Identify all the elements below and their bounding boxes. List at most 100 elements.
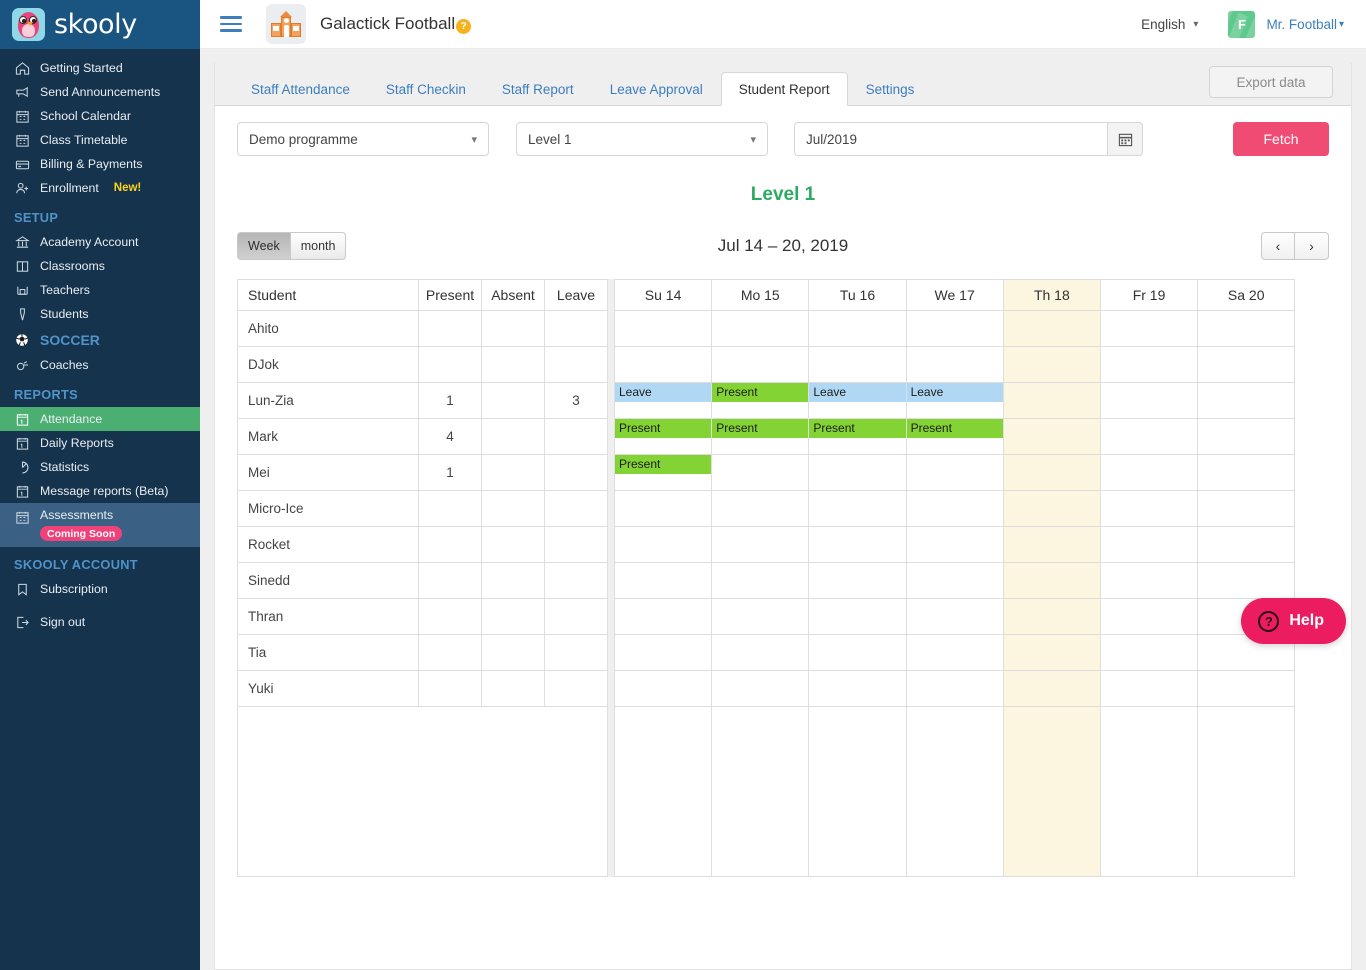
day-cell[interactable] <box>1099 382 1199 419</box>
tab-staff-attendance[interactable]: Staff Attendance <box>233 72 368 106</box>
day-cell[interactable] <box>711 310 810 347</box>
day-cell[interactable] <box>1197 310 1296 347</box>
day-cell[interactable] <box>1197 562 1296 599</box>
day-cell[interactable] <box>905 634 1004 671</box>
day-cell[interactable] <box>1002 454 1101 491</box>
day-cell[interactable]: Present <box>613 454 713 491</box>
empty-day-cell[interactable] <box>1197 706 1296 877</box>
empty-day-cell[interactable] <box>1002 706 1101 877</box>
day-cell[interactable] <box>1099 490 1199 527</box>
day-cell[interactable] <box>905 562 1004 599</box>
empty-day-cell[interactable] <box>613 706 713 877</box>
day-cell[interactable] <box>808 562 907 599</box>
sidebar-item-message-reports[interactable]: Message reports (Beta) <box>0 479 200 503</box>
day-cell[interactable] <box>711 670 810 707</box>
day-cell[interactable] <box>1099 634 1199 671</box>
day-cell[interactable] <box>1099 670 1199 707</box>
day-cell[interactable] <box>1197 526 1296 563</box>
day-cell[interactable] <box>808 490 907 527</box>
attendance-badge[interactable]: Present <box>615 419 712 438</box>
day-cell[interactable] <box>711 490 810 527</box>
tab-leave-approval[interactable]: Leave Approval <box>592 72 721 106</box>
empty-day-cell[interactable] <box>711 706 810 877</box>
help-button[interactable]: ? Help <box>1241 598 1346 644</box>
day-cell[interactable]: Leave <box>905 382 1004 419</box>
day-cell[interactable] <box>1197 346 1296 383</box>
day-cell[interactable] <box>1002 310 1101 347</box>
day-cell[interactable] <box>613 490 713 527</box>
day-cell[interactable] <box>1197 418 1296 455</box>
help-question-badge[interactable]: ? <box>456 18 472 34</box>
attendance-badge[interactable]: Leave <box>615 383 712 402</box>
day-cell[interactable] <box>711 562 810 599</box>
level-select[interactable]: Level 1 ▾ <box>516 122 768 156</box>
sidebar-item-subscription[interactable]: Subscription <box>0 577 200 601</box>
tab-staff-report[interactable]: Staff Report <box>484 72 592 106</box>
sidebar-item-students[interactable]: Students <box>0 302 200 326</box>
day-cell[interactable] <box>613 526 713 563</box>
attendance-badge[interactable]: Present <box>906 419 1003 438</box>
day-cell[interactable]: Present <box>711 418 810 455</box>
day-cell[interactable] <box>1197 454 1296 491</box>
sidebar-item-sign-out[interactable]: Sign out <box>0 610 200 634</box>
day-cell[interactable] <box>1197 490 1296 527</box>
attendance-badge[interactable]: Present <box>809 419 906 438</box>
day-cell[interactable] <box>808 526 907 563</box>
day-cell[interactable] <box>905 490 1004 527</box>
day-cell[interactable] <box>1002 418 1101 455</box>
tab-settings[interactable]: Settings <box>848 72 933 106</box>
attendance-badge[interactable]: Present <box>712 419 809 438</box>
day-cell[interactable] <box>1002 562 1101 599</box>
day-cell[interactable]: Leave <box>808 382 907 419</box>
day-cell[interactable]: Present <box>808 418 907 455</box>
day-cell[interactable] <box>711 634 810 671</box>
fetch-button[interactable]: Fetch <box>1233 122 1329 156</box>
attendance-badge[interactable]: Present <box>615 455 712 474</box>
calendar-icon[interactable] <box>1107 122 1143 156</box>
day-cell[interactable] <box>1002 490 1101 527</box>
attendance-badge[interactable]: Leave <box>809 383 906 402</box>
day-cell[interactable] <box>1099 310 1199 347</box>
day-cell[interactable]: Present <box>613 418 713 455</box>
sidebar-item-send-announcements[interactable]: Send Announcements <box>0 80 200 104</box>
day-cell[interactable] <box>613 598 713 635</box>
day-cell[interactable] <box>1197 382 1296 419</box>
day-cell[interactable] <box>1099 454 1199 491</box>
hamburger-icon[interactable] <box>220 16 242 32</box>
tab-staff-checkin[interactable]: Staff Checkin <box>368 72 484 106</box>
day-cell[interactable] <box>808 598 907 635</box>
day-cell[interactable] <box>613 310 713 347</box>
day-cell[interactable] <box>613 346 713 383</box>
empty-day-cell[interactable] <box>808 706 907 877</box>
empty-day-cell[interactable] <box>905 706 1004 877</box>
day-cell[interactable] <box>711 454 810 491</box>
day-cell[interactable] <box>1002 382 1101 419</box>
user-menu[interactable]: F Mr. Football ▾ <box>1228 10 1344 38</box>
attendance-badge[interactable]: Leave <box>906 383 1003 402</box>
programme-select[interactable]: Demo programme ▾ <box>237 122 489 156</box>
day-cell[interactable]: Leave <box>613 382 713 419</box>
day-cell[interactable] <box>1099 418 1199 455</box>
day-cell[interactable] <box>905 346 1004 383</box>
sidebar-item-classrooms[interactable]: Classrooms <box>0 254 200 278</box>
day-cell[interactable] <box>1002 634 1101 671</box>
day-cell[interactable] <box>1002 526 1101 563</box>
sidebar-item-statistics[interactable]: Statistics <box>0 455 200 479</box>
brand-header[interactable]: skooly <box>0 0 200 49</box>
sidebar-item-academy-account[interactable]: Academy Account <box>0 230 200 254</box>
day-cell[interactable] <box>1002 346 1101 383</box>
sidebar-item-enrollment[interactable]: Enrollment New! <box>0 176 200 200</box>
day-cell[interactable]: Present <box>905 418 1004 455</box>
sidebar-section-soccer[interactable]: SOCCER <box>0 326 200 353</box>
sidebar-item-assessments[interactable]: Assessments Coming Soon <box>0 503 200 547</box>
day-cell[interactable] <box>711 598 810 635</box>
day-cell[interactable]: Present <box>711 382 810 419</box>
day-cell[interactable] <box>613 562 713 599</box>
day-cell[interactable] <box>808 310 907 347</box>
sidebar-item-daily-reports[interactable]: Daily Reports <box>0 431 200 455</box>
attendance-badge[interactable]: Present <box>712 383 809 402</box>
day-cell[interactable] <box>711 526 810 563</box>
export-data-button[interactable]: Export data <box>1209 66 1333 98</box>
day-cell[interactable] <box>905 526 1004 563</box>
day-cell[interactable] <box>905 310 1004 347</box>
